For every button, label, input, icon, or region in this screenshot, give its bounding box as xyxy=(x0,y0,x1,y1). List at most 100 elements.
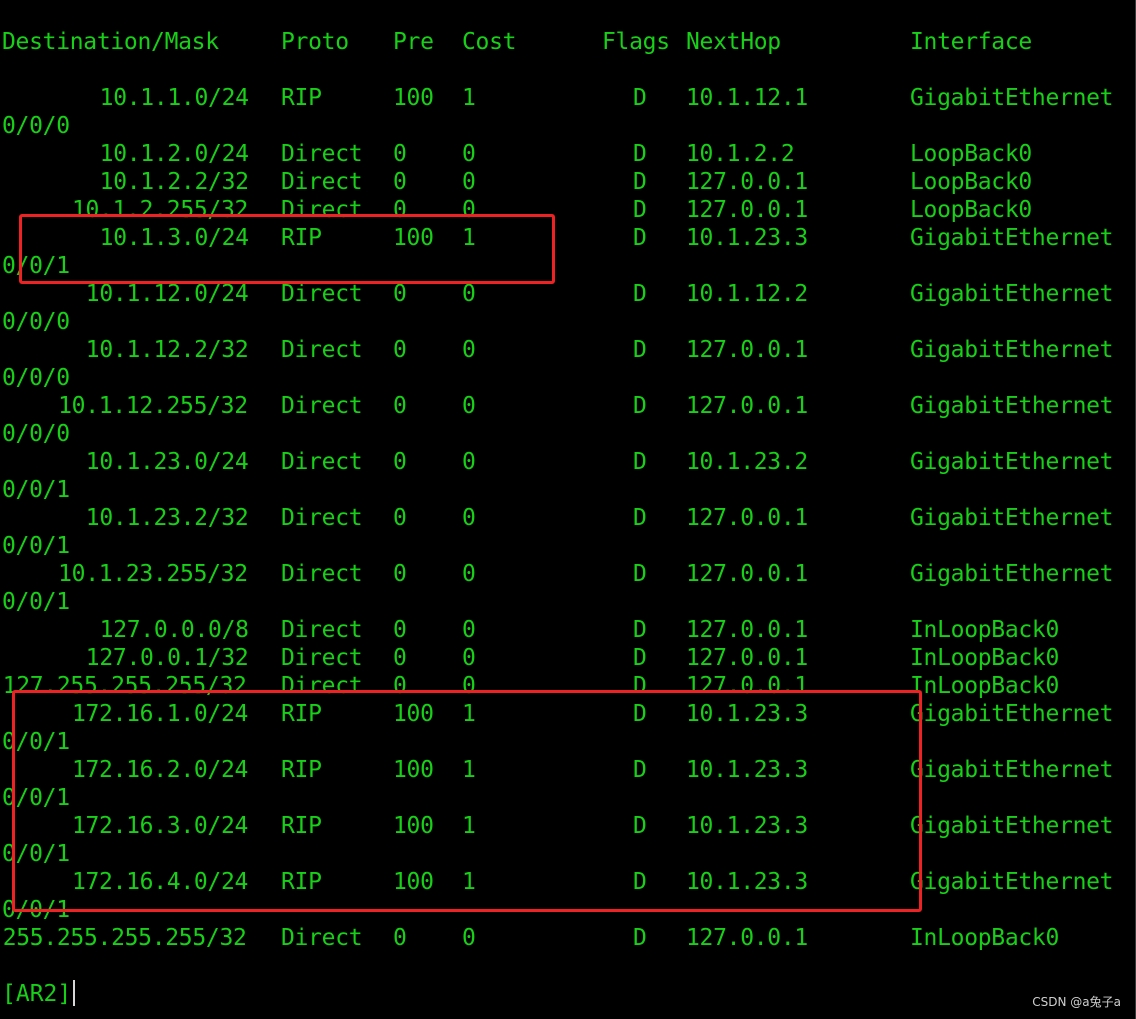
cli-prompt[interactable]: [AR2] xyxy=(2,980,76,1008)
route-flags: D xyxy=(633,505,647,531)
routing-table-header: Destination/Mask Proto Pre Cost Flags Ne… xyxy=(2,28,1032,56)
route-nexthop: 127.0.0.1 xyxy=(686,393,808,419)
route-destination: 10.1.23.255/32 xyxy=(58,561,248,587)
route-preference: 0 xyxy=(393,505,407,531)
route-preference: 0 xyxy=(393,673,407,699)
route-proto: Direct xyxy=(281,141,363,167)
route-interface: GigabitEthernet xyxy=(910,701,1114,727)
route-preference: 100 xyxy=(393,869,434,895)
route-nexthop: 10.1.23.3 xyxy=(686,701,808,727)
route-interface: LoopBack0 xyxy=(910,141,1032,167)
route-interface-continuation: 0/0/1 xyxy=(2,841,70,867)
route-interface: LoopBack0 xyxy=(910,197,1032,223)
header-interface: Interface xyxy=(910,29,1032,55)
route-proto: RIP xyxy=(281,701,322,727)
route-interface: GigabitEthernet xyxy=(910,869,1114,895)
route-flags: D xyxy=(633,701,647,727)
route-flags: D xyxy=(633,281,647,307)
route-interface: GigabitEthernet xyxy=(910,757,1114,783)
route-preference: 0 xyxy=(393,169,407,195)
route-interface: InLoopBack0 xyxy=(910,645,1060,671)
route-preference: 0 xyxy=(393,197,407,223)
route-destination: 10.1.2.0/24 xyxy=(99,141,249,167)
route-nexthop: 10.1.2.2 xyxy=(686,141,795,167)
terminal-window[interactable]: Destination/Mask Proto Pre Cost Flags Ne… xyxy=(0,0,1136,1019)
route-interface: GigabitEthernet xyxy=(910,337,1114,363)
header-pre: Pre xyxy=(393,29,434,55)
route-destination: 172.16.1.0/24 xyxy=(71,701,249,727)
route-interface-continuation: 0/0/1 xyxy=(2,897,70,923)
route-proto: RIP xyxy=(281,225,322,251)
route-flags: D xyxy=(633,925,647,951)
route-interface-continuation: 0/0/1 xyxy=(2,533,70,559)
route-destination: 10.1.12.0/24 xyxy=(85,281,249,307)
route-preference: 100 xyxy=(393,813,434,839)
route-interface-continuation: 0/0/0 xyxy=(2,365,70,391)
route-preference: 0 xyxy=(393,925,407,951)
route-interface: GigabitEthernet xyxy=(910,561,1114,587)
route-proto: RIP xyxy=(281,85,322,111)
route-interface-continuation: 0/0/1 xyxy=(2,477,70,503)
route-interface: GigabitEthernet xyxy=(910,505,1114,531)
route-proto: Direct xyxy=(281,337,363,363)
route-interface: InLoopBack0 xyxy=(910,617,1060,643)
route-proto: Direct xyxy=(281,393,363,419)
route-destination: 172.16.3.0/24 xyxy=(71,813,249,839)
route-nexthop: 127.0.0.1 xyxy=(686,925,808,951)
route-flags: D xyxy=(633,197,647,223)
route-flags: D xyxy=(633,645,647,671)
route-nexthop: 127.0.0.1 xyxy=(686,505,808,531)
route-cost: 0 xyxy=(462,393,476,419)
route-cost: 0 xyxy=(462,337,476,363)
route-flags: D xyxy=(633,393,647,419)
route-nexthop: 10.1.23.3 xyxy=(686,225,808,251)
route-interface-continuation: 0/0/0 xyxy=(2,421,70,447)
route-cost: 1 xyxy=(462,757,476,783)
route-cost: 0 xyxy=(462,169,476,195)
route-nexthop: 127.0.0.1 xyxy=(686,561,808,587)
route-proto: Direct xyxy=(281,617,363,643)
watermark: CSDN @a兔子a xyxy=(1032,995,1121,1009)
route-nexthop: 10.1.23.3 xyxy=(686,757,808,783)
route-destination: 10.1.2.2/32 xyxy=(99,169,249,195)
route-interface: GigabitEthernet xyxy=(910,281,1114,307)
route-preference: 100 xyxy=(393,85,434,111)
route-cost: 1 xyxy=(462,701,476,727)
route-destination: 127.0.0.1/32 xyxy=(85,645,249,671)
route-cost: 1 xyxy=(462,225,476,251)
route-cost: 0 xyxy=(462,505,476,531)
route-destination: 10.1.2.255/32 xyxy=(71,197,249,223)
route-proto: Direct xyxy=(281,925,363,951)
route-preference: 0 xyxy=(393,617,407,643)
route-cost: 0 xyxy=(462,645,476,671)
route-interface: GigabitEthernet xyxy=(910,393,1114,419)
route-proto: RIP xyxy=(281,813,322,839)
route-cost: 1 xyxy=(462,813,476,839)
text-cursor xyxy=(73,980,76,1006)
route-interface: InLoopBack0 xyxy=(910,925,1060,951)
route-nexthop: 127.0.0.1 xyxy=(686,337,808,363)
route-nexthop: 10.1.12.1 xyxy=(686,85,808,111)
route-destination: 10.1.23.2/32 xyxy=(85,505,249,531)
route-cost: 0 xyxy=(462,449,476,475)
route-preference: 0 xyxy=(393,645,407,671)
route-cost: 0 xyxy=(462,281,476,307)
route-destination: 172.16.2.0/24 xyxy=(71,757,249,783)
route-interface-continuation: 0/0/0 xyxy=(2,113,70,139)
route-proto: Direct xyxy=(281,645,363,671)
route-flags: D xyxy=(633,673,647,699)
route-interface: LoopBack0 xyxy=(910,169,1032,195)
route-proto: Direct xyxy=(281,281,363,307)
route-interface-continuation: 0/0/1 xyxy=(2,729,70,755)
header-flags: Flags xyxy=(602,29,670,55)
route-nexthop: 127.0.0.1 xyxy=(686,617,808,643)
route-proto: Direct xyxy=(281,197,363,223)
route-flags: D xyxy=(633,85,647,111)
route-cost: 0 xyxy=(462,197,476,223)
route-nexthop: 10.1.23.3 xyxy=(686,813,808,839)
route-nexthop: 127.0.0.1 xyxy=(686,197,808,223)
header-cost: Cost xyxy=(462,29,517,55)
route-proto: Direct xyxy=(281,169,363,195)
route-cost: 0 xyxy=(462,925,476,951)
route-preference: 100 xyxy=(393,225,434,251)
